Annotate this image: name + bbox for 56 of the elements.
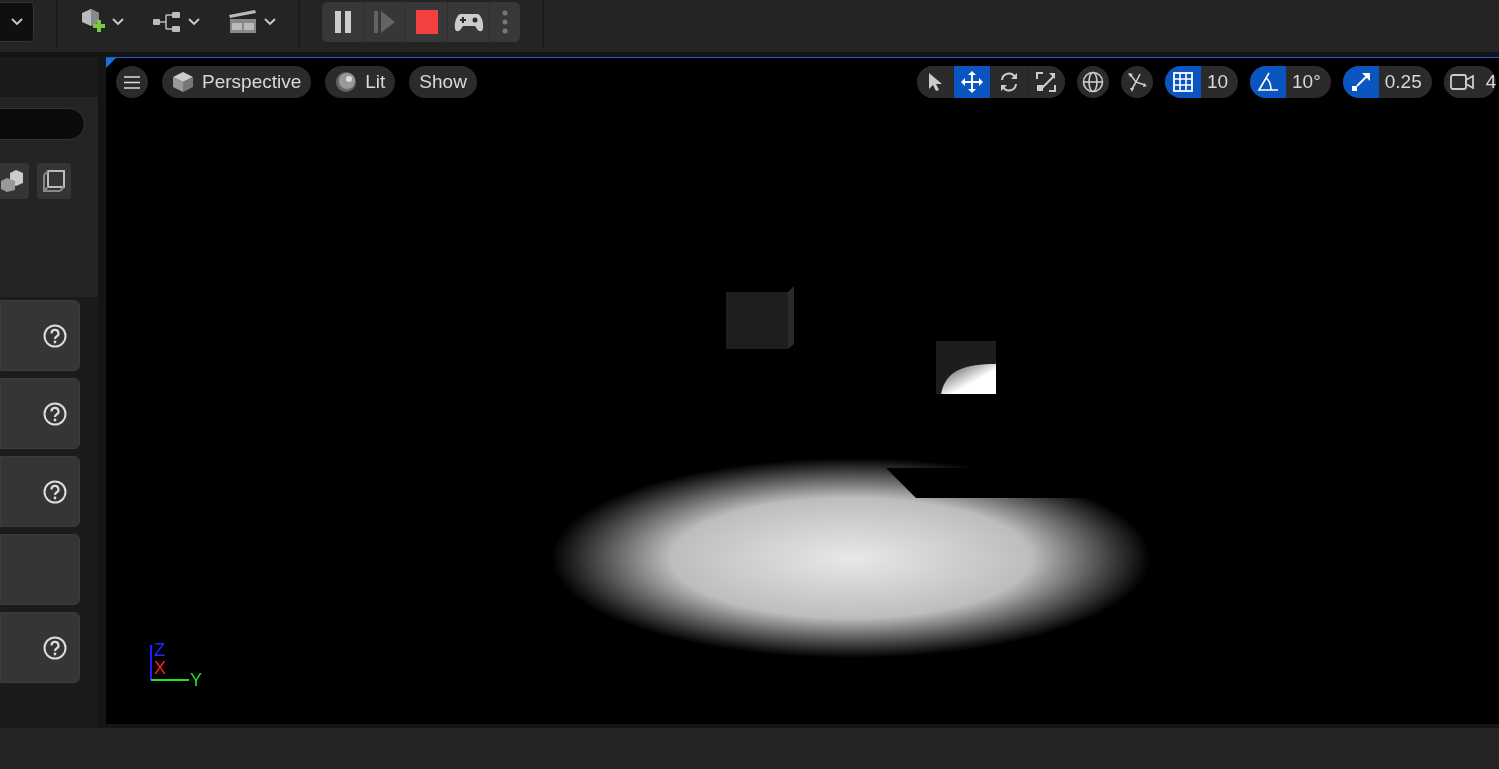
panel-card[interactable] (0, 300, 80, 371)
menu-button[interactable] (116, 66, 148, 98)
stop-icon (415, 10, 438, 34)
move-tool-button[interactable] (953, 66, 991, 98)
chevron-down-icon (112, 18, 124, 26)
surface-snap-button[interactable] (1120, 66, 1153, 98)
angle-snap-toggle[interactable] (1250, 66, 1287, 98)
panel-card[interactable] (0, 612, 80, 683)
cube-icon (172, 71, 194, 93)
more-vertical-icon (502, 10, 508, 34)
panel-card[interactable] (0, 456, 80, 527)
viewport[interactable]: Perspective Lit Show 10 10° 0.25 4 Z X Y (106, 57, 1499, 724)
grid-snap-toggle[interactable] (1164, 66, 1201, 98)
branching-arrows-icon (1125, 71, 1148, 93)
view-button[interactable] (0, 163, 29, 199)
scale-snap-toggle[interactable] (1342, 66, 1379, 98)
scale-arrows-icon (1035, 71, 1058, 93)
gamepad-icon (453, 12, 484, 32)
z-axis-label: Z (154, 641, 165, 659)
select-tool-button[interactable] (916, 66, 954, 98)
chevron-down-icon (264, 18, 276, 26)
node-graph-icon (152, 11, 182, 33)
grid-icon (1172, 72, 1193, 92)
chevron-down-icon (188, 18, 200, 26)
cube-outline-icon (42, 169, 66, 193)
pause-icon (333, 10, 352, 34)
help-icon (43, 323, 67, 348)
clapperboard-icon (228, 9, 258, 35)
cursor-icon (926, 72, 943, 92)
scale-snap-control[interactable]: 0.25 (1342, 66, 1432, 98)
mode-dropdown[interactable] (0, 2, 34, 42)
grid-snap-control[interactable]: 10 (1164, 66, 1239, 98)
stacked-blocks-icon (0, 169, 24, 193)
globe-icon (1081, 71, 1104, 93)
pause-button[interactable] (322, 2, 364, 42)
camera-snap-control[interactable]: 4 (1443, 66, 1497, 98)
angle-snap-control[interactable]: 10° (1250, 66, 1331, 98)
diagonal-arrow-icon (1350, 72, 1371, 92)
view-button[interactable] (37, 163, 71, 199)
sphere-icon (335, 71, 358, 93)
chevron-down-icon (10, 18, 23, 26)
world-space-button[interactable] (1076, 66, 1109, 98)
move-arrows-icon (960, 71, 983, 93)
angle-icon (1257, 72, 1280, 92)
help-icon (43, 479, 67, 504)
x-axis-label: X (154, 659, 166, 677)
show-button[interactable]: Show (409, 66, 477, 98)
video-camera-icon (1449, 73, 1474, 91)
menu-icon (124, 75, 140, 89)
y-axis-label: Y (190, 671, 202, 689)
help-icon (43, 635, 67, 660)
perspective-button[interactable]: Perspective (162, 66, 312, 98)
step-forward-icon (372, 10, 397, 34)
panel-card[interactable] (0, 378, 80, 449)
lit-button[interactable]: Lit (325, 66, 396, 98)
help-icon (43, 401, 67, 426)
